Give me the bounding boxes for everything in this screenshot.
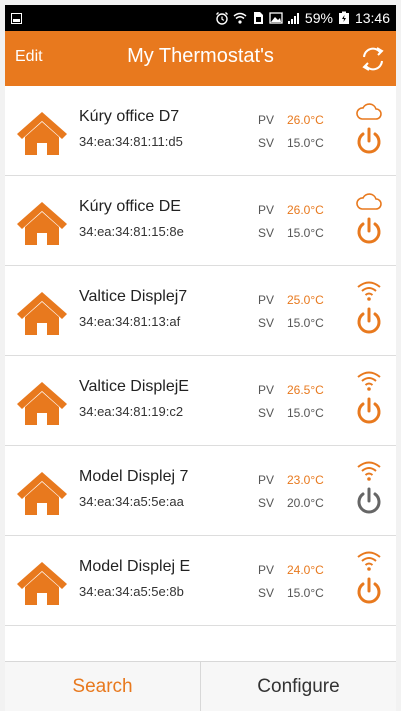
wifi-icon bbox=[356, 460, 382, 482]
app-header: Edit My Thermostat's bbox=[5, 31, 396, 86]
refresh-icon[interactable] bbox=[358, 44, 388, 74]
thermostat-list: Kúry office D7 34:ea:34:81:11:d5 PV 26.0… bbox=[5, 86, 396, 626]
thermostat-mac: 34:ea:34:a5:5e:8b bbox=[79, 584, 184, 599]
thermostat-row[interactable]: Valtice DisplejE 34:ea:34:81:19:c2 PV 26… bbox=[5, 356, 396, 446]
page-title: My Thermostat's bbox=[127, 45, 274, 67]
sv-label: SV bbox=[258, 316, 275, 330]
bottom-bar: Search Configure bbox=[5, 661, 396, 711]
sv-label: SV bbox=[258, 226, 275, 240]
battery-icon bbox=[338, 11, 349, 24]
thermostat-mac: 34:ea:34:81:19:c2 bbox=[79, 404, 184, 419]
wifi-icon bbox=[233, 12, 247, 24]
thermostat-name: Kúry office D7 bbox=[79, 108, 180, 125]
sim-icon bbox=[253, 12, 263, 24]
pv-value: 24.0°C bbox=[287, 563, 324, 577]
pv-label: PV bbox=[258, 563, 275, 577]
sv-label: SV bbox=[258, 496, 275, 510]
clock: 13:46 bbox=[354, 10, 390, 26]
thermostat-row[interactable]: Valtice Displej7 34:ea:34:81:13:af PV 25… bbox=[5, 266, 396, 356]
pv-value: 26.0°C bbox=[287, 113, 324, 127]
power-icon[interactable] bbox=[355, 126, 383, 156]
sv-label: SV bbox=[258, 406, 275, 420]
sv-value: 15.0°C bbox=[287, 586, 324, 600]
thermostat-name: Valtice Displej7 bbox=[79, 288, 188, 305]
pv-value: 23.0°C bbox=[287, 473, 324, 487]
pv-label: PV bbox=[258, 383, 275, 397]
power-icon[interactable] bbox=[355, 306, 383, 336]
pv-value: 26.5°C bbox=[287, 383, 324, 397]
power-icon[interactable] bbox=[355, 576, 383, 606]
power-icon[interactable] bbox=[355, 396, 383, 426]
sv-value: 15.0°C bbox=[287, 406, 324, 420]
wifi-icon bbox=[356, 370, 382, 392]
thermostat-mac: 34:ea:34:81:13:af bbox=[79, 314, 181, 329]
thermostat-mac: 34:ea:34:81:11:d5 bbox=[79, 134, 183, 149]
thermostat-name: Model Displej E bbox=[79, 558, 191, 575]
thermostat-row[interactable]: Kúry office DE 34:ea:34:81:15:8e PV 26.0… bbox=[5, 176, 396, 266]
sv-label: SV bbox=[258, 136, 275, 150]
house-icon bbox=[16, 290, 68, 336]
thermostat-name: Kúry office DE bbox=[79, 198, 181, 215]
sv-label: SV bbox=[258, 586, 275, 600]
power-icon[interactable] bbox=[355, 216, 383, 246]
thermostat-name: Model Displej 7 bbox=[79, 468, 189, 485]
notification-square-icon bbox=[11, 12, 22, 24]
cloud-icon bbox=[356, 100, 382, 122]
pv-value: 25.0°C bbox=[287, 293, 324, 307]
alarm-icon bbox=[215, 12, 228, 25]
pv-value: 26.0°C bbox=[287, 203, 324, 217]
battery-percent: 59% bbox=[304, 10, 333, 26]
house-icon bbox=[16, 110, 68, 156]
pv-label: PV bbox=[258, 473, 275, 487]
cloud-icon bbox=[356, 190, 382, 212]
app-frame: 59% 13:46 Edit My Thermostat's Kúry offi… bbox=[5, 5, 396, 711]
thermostat-row[interactable]: Model Displej E 34:ea:34:a5:5e:8b PV 24.… bbox=[5, 536, 396, 626]
thermostat-row[interactable]: Model Displej 7 34:ea:34:a5:5e:aa PV 23.… bbox=[5, 446, 396, 536]
search-button[interactable]: Search bbox=[5, 662, 201, 711]
house-icon bbox=[16, 560, 68, 606]
sv-value: 15.0°C bbox=[287, 226, 324, 240]
power-icon[interactable] bbox=[355, 486, 383, 516]
house-icon bbox=[16, 380, 68, 426]
house-icon bbox=[16, 200, 68, 246]
image-icon bbox=[269, 12, 283, 24]
signal-icon bbox=[287, 13, 299, 24]
wifi-icon bbox=[356, 280, 382, 302]
sv-value: 20.0°C bbox=[287, 496, 324, 510]
pv-label: PV bbox=[258, 113, 275, 127]
thermostat-mac: 34:ea:34:81:15:8e bbox=[79, 224, 184, 239]
status-bar: 59% 13:46 bbox=[5, 5, 396, 31]
configure-button[interactable]: Configure bbox=[201, 662, 396, 711]
pv-label: PV bbox=[258, 203, 275, 217]
pv-label: PV bbox=[258, 293, 275, 307]
thermostat-mac: 34:ea:34:a5:5e:aa bbox=[79, 494, 184, 509]
house-icon bbox=[16, 470, 68, 516]
wifi-icon bbox=[356, 550, 382, 572]
thermostat-name: Valtice DisplejE bbox=[79, 378, 189, 395]
thermostat-row[interactable]: Kúry office D7 34:ea:34:81:11:d5 PV 26.0… bbox=[5, 86, 396, 176]
sv-value: 15.0°C bbox=[287, 136, 324, 150]
sv-value: 15.0°C bbox=[287, 316, 324, 330]
